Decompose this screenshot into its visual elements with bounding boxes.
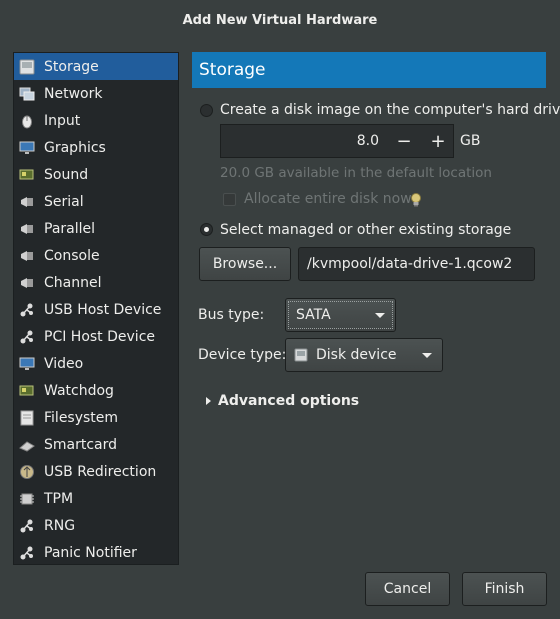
console-icon xyxy=(18,247,36,265)
sound-card-icon xyxy=(18,166,36,184)
sidebar-item-storage[interactable]: Storage xyxy=(14,53,178,80)
sidebar-item-usb-redirection[interactable]: USB Redirection xyxy=(14,458,178,485)
sidebar-item-label: Smartcard xyxy=(44,436,118,453)
storage-path-input[interactable]: /kvmpool/data-drive-1.qcow2 xyxy=(298,247,535,281)
select-existing-label[interactable]: Select managed or other existing storage xyxy=(220,222,511,238)
channel-icon xyxy=(18,274,36,292)
section-header: Storage xyxy=(192,52,546,88)
finish-button[interactable]: Finish xyxy=(462,572,547,606)
sidebar-item-label: Video xyxy=(44,355,84,372)
panic-notifier-icon xyxy=(18,544,36,562)
usb-redirection-icon xyxy=(18,463,36,481)
sidebar-item-label: USB Host Device xyxy=(44,301,162,318)
pci-icon xyxy=(18,328,36,346)
disk-size-spinner[interactable]: 8.0 − + xyxy=(220,124,454,158)
sidebar-item-label: TPM xyxy=(44,490,74,507)
sidebar-item-label: Parallel xyxy=(44,220,96,237)
network-icon xyxy=(18,85,36,103)
chevron-down-icon xyxy=(375,313,385,318)
watchdog-icon xyxy=(18,382,36,400)
available-space-text: 20.0 GB available in the default locatio… xyxy=(220,165,492,181)
chevron-down-icon xyxy=(422,353,432,358)
video-icon xyxy=(18,355,36,373)
sidebar-item-console[interactable]: Console xyxy=(14,242,178,269)
sidebar-item-label: Network xyxy=(44,85,103,102)
sidebar-item-label: Filesystem xyxy=(44,409,119,426)
sidebar-item-label: Panic Notifier xyxy=(44,544,137,561)
disk-size-value[interactable]: 8.0 xyxy=(357,133,379,149)
usb-icon xyxy=(18,301,36,319)
mouse-icon xyxy=(18,112,36,130)
sidebar-item-smartcard[interactable]: Smartcard xyxy=(14,431,178,458)
device-type-select[interactable]: Disk device xyxy=(285,338,443,372)
allocate-label[interactable]: Allocate entire disk now xyxy=(244,191,412,207)
sidebar-item-sound[interactable]: Sound xyxy=(14,161,178,188)
device-type-value: Disk device xyxy=(316,347,397,363)
create-disk-label[interactable]: Create a disk image on the computer's ha… xyxy=(220,102,560,118)
window-title: Add New Virtual Hardware xyxy=(0,0,560,40)
monitor-icon xyxy=(18,139,36,157)
select-existing-radio[interactable] xyxy=(200,223,213,236)
serial-port-icon xyxy=(18,193,36,211)
sidebar-item-label: Sound xyxy=(44,166,89,183)
bus-type-select[interactable]: SATA xyxy=(285,298,396,332)
sidebar-item-rng[interactable]: RNG xyxy=(14,512,178,539)
smartcard-icon xyxy=(18,436,36,454)
lightbulb-icon xyxy=(409,192,423,208)
sidebar-item-label: Channel xyxy=(44,274,102,291)
sidebar-item-label: Input xyxy=(44,112,81,129)
sidebar-item-label: PCI Host Device xyxy=(44,328,156,345)
advanced-options-expander[interactable]: Advanced options xyxy=(218,393,359,409)
sidebar-item-label: Console xyxy=(44,247,100,264)
sidebar-item-serial[interactable]: Serial xyxy=(14,188,178,215)
filesystem-icon xyxy=(18,409,36,427)
rng-icon xyxy=(18,517,36,535)
sidebar-item-label: Storage xyxy=(44,58,99,75)
parallel-port-icon xyxy=(18,220,36,238)
tpm-chip-icon xyxy=(18,490,36,508)
sidebar-item-panic-notifier[interactable]: Panic Notifier xyxy=(14,539,178,566)
create-disk-radio[interactable] xyxy=(200,104,213,117)
decrease-size-button[interactable]: − xyxy=(387,125,421,157)
bus-type-label: Bus type: xyxy=(198,307,265,323)
bus-type-value: SATA xyxy=(296,307,331,323)
increase-size-button[interactable]: + xyxy=(421,125,455,157)
sidebar-item-graphics[interactable]: Graphics xyxy=(14,134,178,161)
expander-arrow-icon[interactable] xyxy=(206,397,211,405)
sidebar-item-video[interactable]: Video xyxy=(14,350,178,377)
cancel-button[interactable]: Cancel xyxy=(365,572,450,606)
sidebar-item-channel[interactable]: Channel xyxy=(14,269,178,296)
sidebar-item-pci-host-device[interactable]: PCI Host Device xyxy=(14,323,178,350)
allocate-checkbox[interactable] xyxy=(223,193,236,206)
disk-device-icon xyxy=(294,348,308,362)
sidebar-item-tpm[interactable]: TPM xyxy=(14,485,178,512)
sidebar-item-label: Watchdog xyxy=(44,382,114,399)
sidebar-item-label: Serial xyxy=(44,193,84,210)
sidebar-item-network[interactable]: Network xyxy=(14,80,178,107)
sidebar-item-parallel[interactable]: Parallel xyxy=(14,215,178,242)
sidebar-item-label: USB Redirection xyxy=(44,463,157,480)
sidebar-item-label: RNG xyxy=(44,517,76,534)
sidebar-item-watchdog[interactable]: Watchdog xyxy=(14,377,178,404)
sidebar-item-label: Graphics xyxy=(44,139,106,156)
sidebar-item-input[interactable]: Input xyxy=(14,107,178,134)
sidebar-item-usb-host-device[interactable]: USB Host Device xyxy=(14,296,178,323)
browse-button[interactable]: Browse... xyxy=(199,247,291,281)
sidebar-item-filesystem[interactable]: Filesystem xyxy=(14,404,178,431)
storage-icon xyxy=(18,58,36,76)
device-type-label: Device type: xyxy=(198,347,287,363)
hardware-type-list[interactable]: Storage Network Input Graphics Sound Serial Pa… xyxy=(13,52,179,565)
size-unit-label: GB xyxy=(460,133,481,149)
